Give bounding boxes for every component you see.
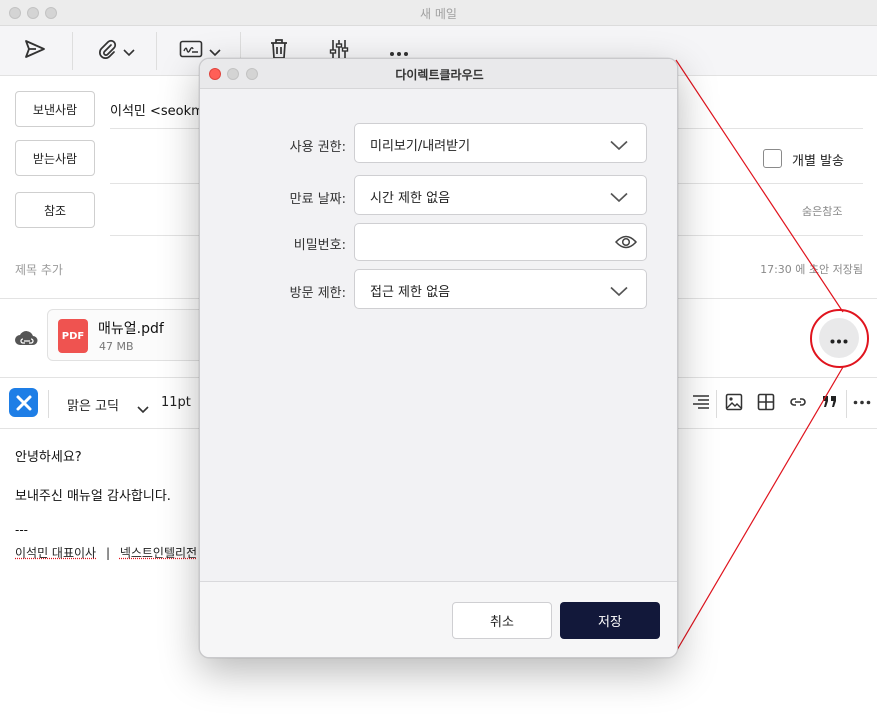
chevron-down-icon <box>610 188 628 207</box>
dialog-title-bar: 다이렉트클라우드 <box>200 59 677 89</box>
cancel-button[interactable]: 취소 <box>452 602 552 639</box>
save-button[interactable]: 저장 <box>560 602 660 639</box>
chevron-down-icon <box>610 136 628 155</box>
visit-limit-value: 접근 제한 없음 <box>370 285 451 300</box>
dialog-title: 다이렉트클라우드 <box>395 68 484 82</box>
eye-icon[interactable] <box>614 234 638 254</box>
expiry-select[interactable]: 시간 제한 없음 <box>354 175 647 215</box>
password-label: 비밀번호: <box>293 238 346 253</box>
permission-value: 미리보기/내려받기 <box>370 139 471 154</box>
permission-select[interactable]: 미리보기/내려받기 <box>354 123 647 163</box>
callout-line-bottom <box>676 366 844 651</box>
visit-limit-select[interactable]: 접근 제한 없음 <box>354 269 647 309</box>
directcloud-dialog: 다이렉트클라우드 사용 권한: 미리보기/내려받기 만료 날짜: 시간 제한 없… <box>199 58 678 658</box>
callout-line-top <box>675 59 844 313</box>
expiry-value: 시간 제한 없음 <box>370 191 451 206</box>
expiry-label: 만료 날짜: <box>289 192 346 207</box>
mail-compose-window: 새 메일 보낸사람 이석민 <seokm 받는사람 개별 발송 참조 숨은참조 … <box>0 0 877 715</box>
password-field[interactable] <box>354 223 647 261</box>
chevron-down-icon <box>610 282 628 301</box>
permission-label: 사용 권한: <box>289 140 346 155</box>
visit-limit-label: 방문 제한: <box>289 286 346 301</box>
